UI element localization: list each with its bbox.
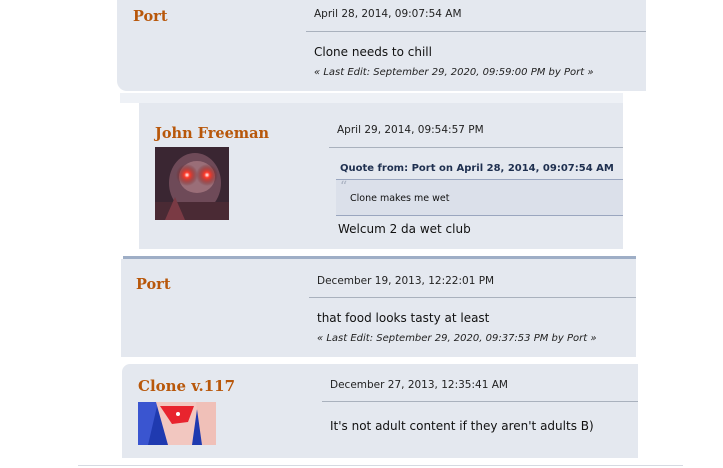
post-date[interactable]: April 28, 2014, 09:07:54 AM	[314, 8, 462, 20]
post-author[interactable]: Port	[136, 276, 171, 293]
last-edit-note: « Last Edit: September 29, 2020, 09:59:0…	[314, 67, 594, 78]
post-divider	[309, 297, 636, 298]
post-date[interactable]: December 19, 2013, 12:22:01 PM	[317, 275, 494, 287]
post-3: Port December 19, 2013, 12:22:01 PM that…	[121, 259, 636, 357]
post-body: Clone needs to chill	[314, 45, 432, 59]
post-date[interactable]: December 27, 2013, 12:35:41 AM	[330, 379, 508, 391]
quote-mark-icon: “	[340, 179, 348, 195]
avatar-image	[155, 147, 229, 220]
avatar-image	[138, 402, 216, 445]
post-author[interactable]: John Freeman	[155, 125, 269, 142]
post-4: Clone v.117 December 27, 2013, 12:35:41 …	[122, 364, 638, 458]
post-author[interactable]: Port	[133, 8, 168, 25]
post-divider	[329, 147, 623, 148]
post-date[interactable]: April 29, 2014, 09:54:57 PM	[337, 124, 484, 136]
avatar[interactable]	[155, 147, 229, 220]
post-body: It's not adult content if they aren't ad…	[330, 419, 594, 433]
page-bottom-divider	[78, 465, 683, 466]
post-1: Port April 28, 2014, 09:07:54 AM Clone n…	[117, 0, 646, 91]
post-body: Welcum 2 da wet club	[338, 222, 471, 236]
avatar[interactable]	[138, 402, 216, 445]
quote-header[interactable]: Quote from: Port on April 28, 2014, 09:0…	[340, 163, 614, 174]
post-2: John Freeman April 29, 2014, 09:54:57 PM…	[139, 103, 623, 249]
thread-connector	[120, 93, 623, 103]
quote-text: Clone makes me wet	[350, 193, 450, 204]
post-body: that food looks tasty at least	[317, 311, 490, 325]
post-divider	[322, 401, 638, 402]
last-edit-note: « Last Edit: September 29, 2020, 09:37:5…	[317, 333, 597, 344]
quote-block: “ Clone makes me wet	[336, 179, 623, 216]
post-author[interactable]: Clone v.117	[138, 377, 235, 395]
post-divider	[306, 31, 646, 32]
